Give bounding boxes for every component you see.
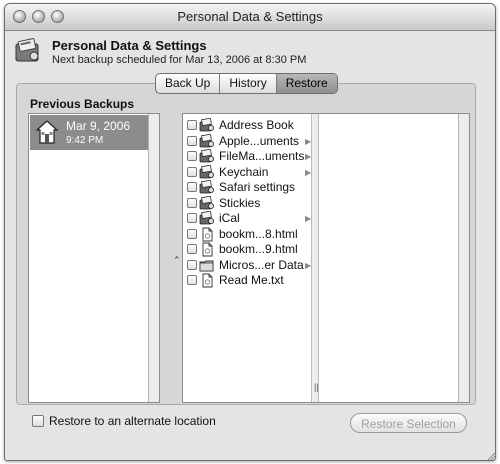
- title-bar[interactable]: Personal Data & Settings: [5, 4, 495, 31]
- file-label: Read Me.txt: [219, 273, 284, 287]
- file-label: bookm...8.html: [219, 226, 298, 241]
- restore-selection-button[interactable]: Restore Selection: [350, 413, 467, 433]
- mode-tabs: Back Up History Restore: [155, 73, 338, 94]
- file-item[interactable]: FileMa...uments ▶: [187, 148, 311, 164]
- file-checkbox[interactable]: [187, 275, 197, 285]
- file-label: iCal: [219, 211, 240, 225]
- window-title: Personal Data & Settings: [177, 9, 323, 24]
- file-item[interactable]: Read Me.txt: [187, 273, 311, 288]
- document-icon: [199, 227, 215, 242]
- app-icon: [199, 133, 215, 149]
- column-resize-icon[interactable]: ||: [314, 382, 319, 392]
- app-icon: [199, 179, 215, 195]
- file-label: bookm...9.html: [219, 242, 298, 256]
- tab-restore[interactable]: Restore: [276, 74, 337, 93]
- file-browser[interactable]: Address Book Apple...uments ▶ FileMa...umen…: [182, 113, 470, 403]
- alternate-location-checkbox[interactable]: [32, 415, 44, 427]
- app-icon: [199, 164, 215, 180]
- file-checkbox[interactable]: [187, 213, 197, 223]
- house-icon: [36, 120, 58, 144]
- file-checkbox[interactable]: [187, 197, 197, 208]
- split-handle-icon[interactable]: ⌃: [173, 255, 181, 266]
- tab-history[interactable]: History: [220, 74, 277, 93]
- alternate-location-label: Restore to an alternate location: [49, 414, 216, 428]
- previous-backups-list[interactable]: Mar 9, 2006 9:42 PM: [28, 113, 160, 403]
- backup-item[interactable]: Mar 9, 2006 9:42 PM: [30, 115, 148, 150]
- backup-date: Mar 9, 2006: [66, 119, 131, 133]
- file-item[interactable]: bookm...9.html: [187, 242, 311, 257]
- file-checkbox[interactable]: [187, 151, 197, 161]
- file-checkbox[interactable]: [187, 120, 197, 130]
- file-item[interactable]: Address Book: [187, 117, 311, 133]
- previous-backups-label: Previous Backups: [30, 97, 135, 111]
- backup-time: 9:42 PM: [66, 135, 104, 146]
- file-checkbox[interactable]: [187, 259, 197, 270]
- app-icon: [199, 148, 215, 164]
- file-label: Safari settings: [219, 180, 296, 194]
- file-item[interactable]: Safari settings: [187, 179, 311, 195]
- file-checkbox[interactable]: [187, 166, 197, 177]
- file-label: Apple...uments: [219, 133, 300, 148]
- file-checkbox[interactable]: [187, 244, 197, 254]
- file-checkbox[interactable]: [187, 182, 197, 192]
- file-item[interactable]: Apple...uments ▶: [187, 133, 311, 149]
- document-icon: [199, 273, 215, 288]
- tab-back-up[interactable]: Back Up: [156, 74, 221, 93]
- file-label: Micros...er Data: [219, 257, 304, 272]
- file-item[interactable]: iCal ▶: [187, 210, 311, 226]
- file-label: Address Book: [219, 118, 294, 132]
- app-icon: [199, 210, 215, 226]
- file-label: Keychain: [219, 164, 269, 179]
- folder-icon: [199, 258, 215, 273]
- next-backup-text: Next backup scheduled for Mar 13, 2006 a…: [52, 54, 307, 66]
- file-item[interactable]: Micros...er Data ▶: [187, 258, 311, 273]
- document-icon: [199, 242, 215, 257]
- column-divider[interactable]: [311, 114, 319, 402]
- file-item[interactable]: Keychain ▶: [187, 164, 311, 180]
- file-checkbox[interactable]: [187, 135, 197, 146]
- file-item[interactable]: Stickies: [187, 195, 311, 211]
- backups-scrollbar[interactable]: [148, 114, 159, 402]
- app-icon: [199, 117, 215, 133]
- file-label: Stickies: [219, 195, 261, 210]
- personal-data-icon: [15, 38, 39, 62]
- header-title: Personal Data & Settings: [52, 38, 207, 53]
- app-icon: [199, 195, 215, 211]
- file-checkbox[interactable]: [187, 228, 197, 239]
- browser-scrollbar[interactable]: [458, 114, 469, 402]
- resize-grip-icon[interactable]: [486, 450, 496, 460]
- file-item[interactable]: bookm...8.html: [187, 227, 311, 242]
- file-label: FileMa...uments: [219, 149, 305, 163]
